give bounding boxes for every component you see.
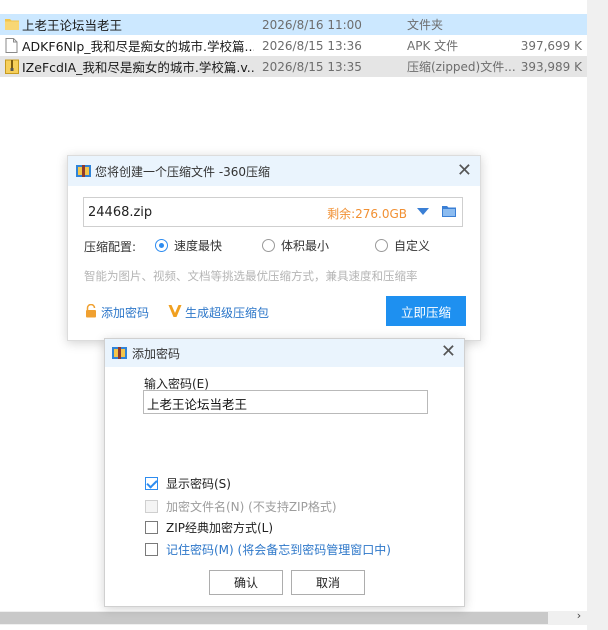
password-input-value: 上老王论坛当老王 — [147, 397, 248, 412]
compress-hint: 智能为图片、视频、文档等挑选最优压缩方式，兼具速度和压缩率 — [84, 269, 418, 283]
zip-icon — [5, 59, 19, 74]
compress-dialog-title: 您将创建一个压缩文件 -360压缩 — [95, 165, 271, 179]
zip-classic-encryption-label: ZIP经典加密方式(L) — [166, 521, 274, 535]
encrypt-filenames-label: 加密文件名(N) (不支持ZIP格式) — [166, 500, 337, 514]
archive-app-icon — [112, 345, 127, 363]
archive-path-value: 24468.zip — [88, 205, 153, 220]
checkbox-unchecked-icon — [145, 543, 158, 556]
file-type: 文件夹 — [407, 18, 444, 32]
cancel-button[interactable]: 取消 — [291, 570, 365, 595]
super-package-label: 生成超级压缩包 — [185, 306, 270, 320]
folder-icon — [5, 17, 19, 32]
vertical-scrollbar[interactable] — [587, 0, 608, 630]
scrollbar-corner — [587, 611, 608, 630]
file-name: IZeFcdIA_我和尽是痴女的城市.学校篇.v... — [22, 60, 254, 75]
remember-password-label: 记住密码(M) (将会备忘到密码管理窗口中) — [166, 543, 391, 557]
compress-dialog-titlebar[interactable]: 您将创建一个压缩文件 -360压缩 ✕ — [68, 156, 480, 186]
encrypt-filenames-checkbox: 加密文件名(N) (不支持ZIP格式) — [145, 498, 337, 515]
close-icon[interactable]: ✕ — [441, 341, 456, 362]
lock-icon — [84, 303, 98, 321]
radio-custom[interactable]: 自定义 — [375, 237, 430, 254]
file-date: 2026/8/15 13:36 — [262, 38, 362, 53]
add-password-label: 添加密码 — [101, 306, 150, 320]
file-date: 2026/8/16 11:00 — [262, 17, 362, 32]
show-password-label: 显示密码(S) — [166, 477, 231, 491]
compress-dialog: 您将创建一个压缩文件 -360压缩 ✕ 24468.zip 剩余:276.0GB… — [67, 155, 481, 341]
radio-unselected-icon — [375, 239, 388, 252]
v-badge-icon — [168, 304, 182, 321]
config-label: 压缩配置: — [84, 240, 137, 254]
file-type: 压缩(zipped)文件... — [407, 60, 516, 74]
add-password-link[interactable]: 添加密码 — [84, 303, 150, 321]
file-row-folder[interactable]: 上老王论坛当老王 2026/8/16 11:00 文件夹 — [0, 14, 587, 35]
browse-folder-icon[interactable] — [442, 205, 456, 218]
confirm-button[interactable]: 确认 — [209, 570, 283, 595]
add-password-dialog: 添加密码 ✕ 输入密码(E) 上老王论坛当老王 显示密码(S) 加密文件名(N)… — [104, 338, 465, 607]
radio-fastest-label: 速度最快 — [174, 239, 223, 253]
close-icon[interactable]: ✕ — [457, 160, 472, 181]
checkbox-checked-icon — [145, 477, 158, 490]
show-password-checkbox[interactable]: 显示密码(S) — [145, 475, 231, 492]
radio-smallest-label: 体积最小 — [281, 239, 330, 253]
file-name: 上老王论坛当老王 — [22, 18, 123, 33]
password-input[interactable]: 上老王论坛当老王 — [143, 390, 428, 414]
compress-now-button[interactable]: 立即压缩 — [386, 296, 466, 326]
checkbox-unchecked-icon — [145, 521, 158, 534]
zip-classic-encryption-checkbox[interactable]: ZIP经典加密方式(L) — [145, 519, 273, 536]
checkbox-disabled-icon — [145, 500, 158, 513]
scroll-right-icon[interactable]: › — [572, 609, 586, 625]
file-name: ADKF6Nlp_我和尽是痴女的城市.学校篇.... — [22, 39, 254, 54]
super-package-link[interactable]: 生成超级压缩包 — [168, 304, 269, 321]
remember-password-checkbox[interactable]: 记住密码(M) (将会备忘到密码管理窗口中) — [145, 541, 391, 558]
archive-path-field[interactable]: 24468.zip 剩余:276.0GB — [83, 197, 463, 227]
file-date: 2026/8/15 13:35 — [262, 59, 362, 74]
horizontal-scrollbar-thumb[interactable] — [0, 612, 548, 624]
file-row-apk[interactable]: ADKF6Nlp_我和尽是痴女的城市.学校篇.... 2026/8/15 13:… — [0, 35, 587, 56]
free-space-label: 剩余:276.0GB — [327, 207, 407, 221]
radio-selected-icon — [155, 239, 168, 252]
archive-app-icon — [76, 163, 91, 181]
file-size: 397,699 K — [520, 38, 582, 53]
radio-custom-label: 自定义 — [394, 239, 431, 253]
file-icon — [5, 38, 19, 53]
radio-fastest[interactable]: 速度最快 — [155, 237, 222, 254]
password-dialog-title: 添加密码 — [132, 347, 181, 361]
password-dialog-titlebar[interactable]: 添加密码 ✕ — [105, 339, 464, 367]
file-type: APK 文件 — [407, 39, 459, 53]
file-row-zip[interactable]: IZeFcdIA_我和尽是痴女的城市.学校篇.v... 2026/8/15 13… — [0, 56, 587, 77]
radio-smallest[interactable]: 体积最小 — [262, 237, 329, 254]
file-size: 393,989 K — [520, 59, 582, 74]
chevron-down-icon[interactable] — [417, 208, 429, 215]
radio-unselected-icon — [262, 239, 275, 252]
